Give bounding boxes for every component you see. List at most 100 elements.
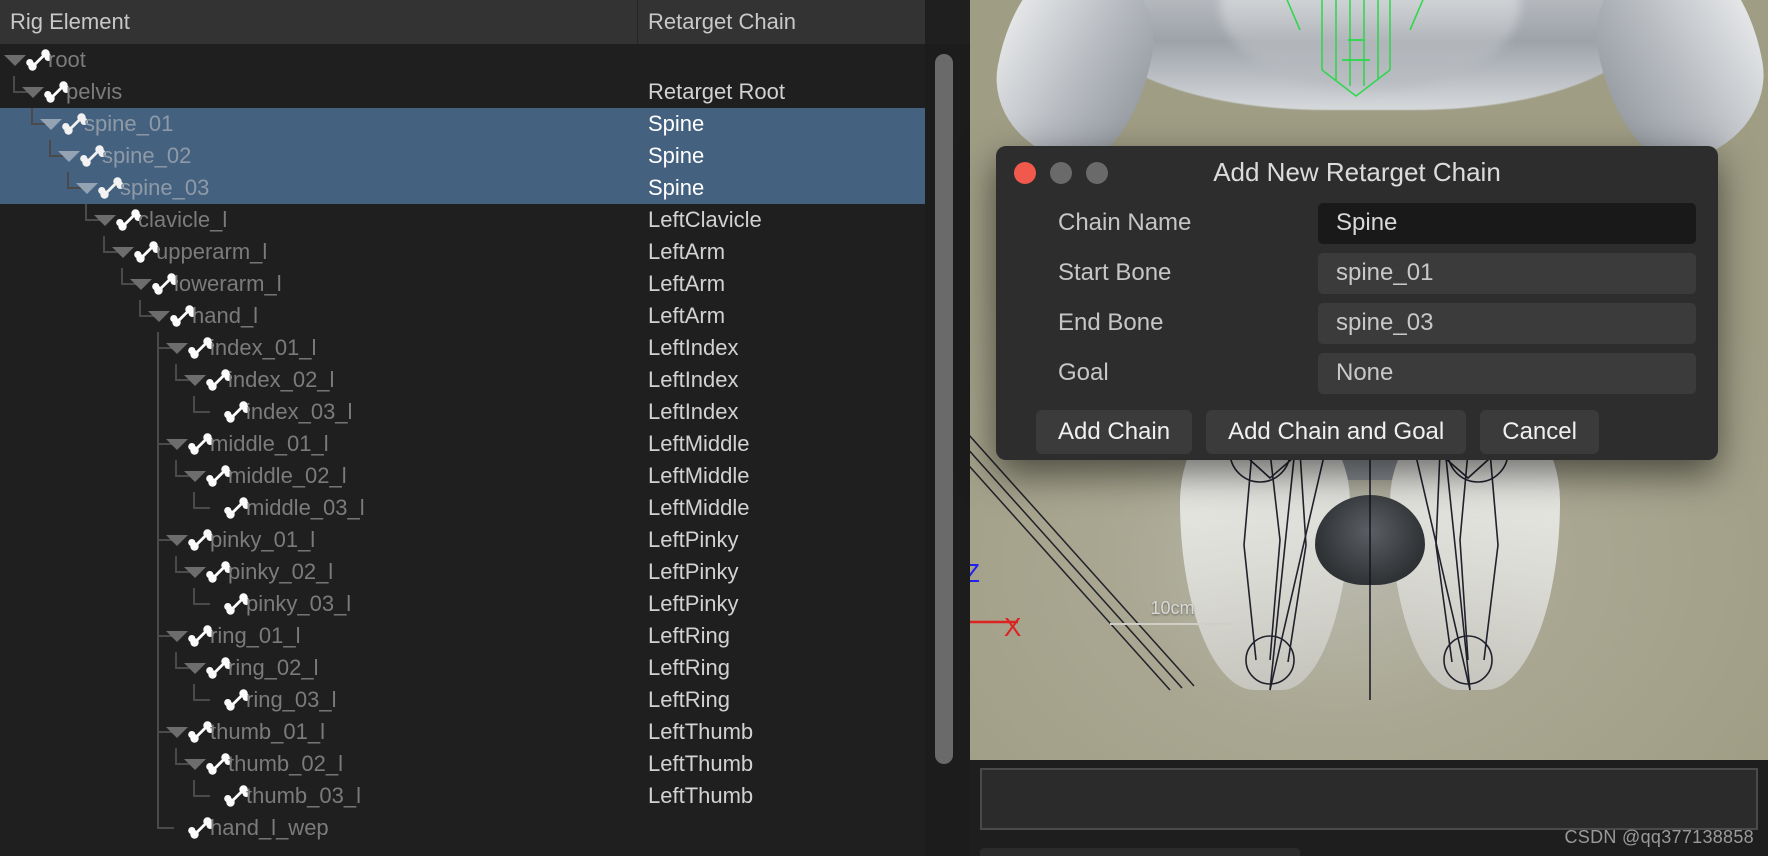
tree-row-name-cell[interactable]: hand_l <box>0 300 638 332</box>
column-header-rig-element[interactable]: Rig Element <box>0 0 638 44</box>
tree-row[interactable]: upperarm_l LeftArm <box>0 236 925 268</box>
tree-row[interactable]: pelvis Retarget Root <box>0 76 925 108</box>
tree-expander-icon[interactable] <box>184 759 206 770</box>
tree-row-chain[interactable]: LeftThumb <box>648 748 753 780</box>
dialog-field-input[interactable]: None <box>1318 352 1696 394</box>
tree-row-name-cell[interactable]: index_03_l <box>0 396 638 428</box>
tree-row[interactable]: hand_l_wep <box>0 812 925 844</box>
tree-row[interactable]: middle_03_l LeftMiddle <box>0 492 925 524</box>
tree-row[interactable]: thumb_02_l LeftThumb <box>0 748 925 780</box>
tree-row-name-cell[interactable]: index_02_l <box>0 364 638 396</box>
tree-row[interactable]: middle_01_l LeftMiddle <box>0 428 925 460</box>
tree-row-name-cell[interactable]: spine_01 <box>0 108 638 140</box>
tree-row-name-cell[interactable]: spine_03 <box>0 172 638 204</box>
tree-row-name-cell[interactable]: pelvis <box>0 76 638 108</box>
tree-expander-icon[interactable] <box>40 119 62 130</box>
tree-row-chain[interactable]: LeftThumb <box>648 716 753 748</box>
tree-row[interactable]: spine_01 Spine <box>0 108 925 140</box>
column-header-retarget-chain[interactable]: Retarget Chain <box>638 0 925 44</box>
tree-expander-icon[interactable] <box>148 311 170 322</box>
tree-row-name-cell[interactable]: index_01_l <box>0 332 638 364</box>
tree-expander-icon[interactable] <box>166 535 188 546</box>
tree-row[interactable]: root <box>0 44 925 76</box>
tree-row-name-cell[interactable]: thumb_01_l <box>0 716 638 748</box>
tree-row-name-cell[interactable]: pinky_02_l <box>0 556 638 588</box>
tree-row-chain[interactable]: LeftMiddle <box>648 492 750 524</box>
tree-row[interactable]: middle_02_l LeftMiddle <box>0 460 925 492</box>
tree-row-name-cell[interactable]: lowerarm_l <box>0 268 638 300</box>
dialog-field-input[interactable]: spine_01 <box>1318 252 1696 294</box>
tree-row-chain[interactable]: LeftRing <box>648 684 730 716</box>
tree-row-chain[interactable]: LeftArm <box>648 236 725 268</box>
tree-row-chain[interactable]: LeftThumb <box>648 780 753 812</box>
tree-expander-icon[interactable] <box>166 631 188 642</box>
tree-expander-icon[interactable] <box>94 215 116 226</box>
tree-expander-icon[interactable] <box>166 439 188 450</box>
dialog-field-input[interactable]: spine_03 <box>1318 302 1696 344</box>
tree-row-chain[interactable]: LeftClavicle <box>648 204 762 236</box>
tree-row-chain[interactable]: LeftPinky <box>648 588 739 620</box>
tree-row-chain[interactable]: LeftIndex <box>648 332 739 364</box>
tree-expander-icon[interactable] <box>166 343 188 354</box>
tree-row[interactable]: index_02_l LeftIndex <box>0 364 925 396</box>
tree-expander-icon[interactable] <box>112 247 134 258</box>
tree-row-chain[interactable]: LeftArm <box>648 268 725 300</box>
tree-row[interactable]: spine_03 Spine <box>0 172 925 204</box>
tree-row[interactable]: clavicle_l LeftClavicle <box>0 204 925 236</box>
tree-expander-icon[interactable] <box>76 183 98 194</box>
tree-row-name-cell[interactable]: thumb_02_l <box>0 748 638 780</box>
tree-row-name-cell[interactable]: hand_l_wep <box>0 812 638 844</box>
tree-expander-icon[interactable] <box>184 471 206 482</box>
tree-row-chain[interactable]: LeftArm <box>648 300 725 332</box>
maximize-icon[interactable] <box>1086 162 1108 184</box>
tree-expander-icon[interactable] <box>58 151 80 162</box>
tree-row-name-cell[interactable]: pinky_01_l <box>0 524 638 556</box>
tree-row-name-cell[interactable]: clavicle_l <box>0 204 638 236</box>
dialog-button-add-chain-and-goal[interactable]: Add Chain and Goal <box>1206 410 1467 454</box>
tree-row[interactable]: pinky_02_l LeftPinky <box>0 556 925 588</box>
tree-scrollbar-track[interactable] <box>925 44 970 856</box>
tree-row-name-cell[interactable]: ring_02_l <box>0 652 638 684</box>
add-retarget-chain-dialog[interactable]: Add New Retarget Chain Chain Name Spine St… <box>996 146 1718 460</box>
bottom-output-box[interactable] <box>980 768 1758 830</box>
tree-row-chain[interactable]: LeftIndex <box>648 364 739 396</box>
tree-row[interactable]: index_01_l LeftIndex <box>0 332 925 364</box>
tree-row[interactable]: hand_l LeftArm <box>0 300 925 332</box>
tree-row-chain[interactable]: LeftMiddle <box>648 460 750 492</box>
tree-row-chain[interactable]: LeftRing <box>648 652 730 684</box>
tree-rows-container[interactable]: root pelvis Retarget Root spine_01 Spine spin… <box>0 44 925 856</box>
dialog-button-cancel[interactable]: Cancel <box>1480 410 1599 454</box>
tree-expander-icon[interactable] <box>166 727 188 738</box>
tree-expander-icon[interactable] <box>130 279 152 290</box>
tree-row-chain[interactable]: Spine <box>648 140 704 172</box>
tree-row[interactable]: ring_01_l LeftRing <box>0 620 925 652</box>
tree-row-chain[interactable]: Retarget Root <box>648 76 785 108</box>
tree-row-chain[interactable]: Spine <box>648 108 704 140</box>
tree-row-name-cell[interactable]: ring_01_l <box>0 620 638 652</box>
tree-row[interactable]: index_03_l LeftIndex <box>0 396 925 428</box>
tree-row-name-cell[interactable]: spine_02 <box>0 140 638 172</box>
tree-scrollbar-thumb[interactable] <box>935 54 953 764</box>
tree-expander-icon[interactable] <box>184 375 206 386</box>
tree-row-name-cell[interactable]: middle_02_l <box>0 460 638 492</box>
tree-row-name-cell[interactable]: middle_01_l <box>0 428 638 460</box>
tree-expander-icon[interactable] <box>184 567 206 578</box>
minimize-icon[interactable] <box>1050 162 1072 184</box>
tree-row-name-cell[interactable]: ring_03_l <box>0 684 638 716</box>
tree-row-chain[interactable]: LeftPinky <box>648 524 739 556</box>
tree-row[interactable]: ring_03_l LeftRing <box>0 684 925 716</box>
tree-row-chain[interactable]: LeftIndex <box>648 396 739 428</box>
bottom-secondary-box[interactable] <box>980 848 1300 856</box>
tree-expander-icon[interactable] <box>4 55 26 66</box>
dialog-button-add-chain[interactable]: Add Chain <box>1036 410 1193 454</box>
tree-row[interactable]: ring_02_l LeftRing <box>0 652 925 684</box>
tree-row-chain[interactable]: LeftMiddle <box>648 428 750 460</box>
tree-row[interactable]: pinky_01_l LeftPinky <box>0 524 925 556</box>
tree-row[interactable]: thumb_03_l LeftThumb <box>0 780 925 812</box>
tree-row[interactable]: thumb_01_l LeftThumb <box>0 716 925 748</box>
tree-row-name-cell[interactable]: upperarm_l <box>0 236 638 268</box>
tree-row-name-cell[interactable]: pinky_03_l <box>0 588 638 620</box>
dialog-field-input[interactable]: Spine <box>1318 202 1696 244</box>
tree-row[interactable]: pinky_03_l LeftPinky <box>0 588 925 620</box>
close-icon[interactable] <box>1014 162 1036 184</box>
